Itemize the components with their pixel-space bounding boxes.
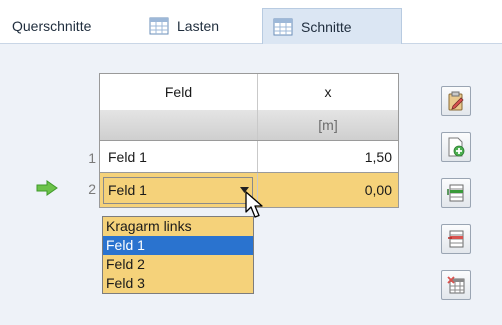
feld-cell[interactable]: Feld 1: [100, 141, 258, 172]
x-value: 0,00: [364, 182, 392, 198]
edit-clipboard-icon: [448, 91, 464, 111]
delete-row-button[interactable]: [441, 224, 471, 254]
column-header-feld[interactable]: Feld: [100, 74, 258, 110]
tab-lasten[interactable]: Lasten: [149, 8, 219, 44]
unit-cell-x: [m]: [258, 110, 398, 140]
unit-cell-feld: [100, 110, 258, 140]
grid-header-row: Feld x: [99, 73, 399, 111]
grid-unit-row: [m]: [99, 110, 399, 141]
insert-row-button[interactable]: [441, 178, 471, 208]
x-value: 1,50: [364, 148, 392, 165]
dropdown-option[interactable]: Feld 2: [103, 255, 253, 274]
tab-label: Lasten: [177, 18, 220, 34]
tab-schnitte[interactable]: Schnitte: [262, 8, 402, 45]
tab-label: Schnitte: [301, 19, 352, 35]
combobox-value: Feld 1: [108, 182, 147, 198]
feld-cell[interactable]: Feld 1: [100, 173, 258, 207]
tab-label: Querschnitte: [12, 18, 92, 34]
x-cell[interactable]: 1,50: [258, 141, 398, 172]
insert-row-icon: [447, 184, 464, 202]
x-cell[interactable]: 0,00: [258, 173, 398, 207]
row-number: 1: [88, 150, 96, 166]
dropdown-option[interactable]: Feld 3: [103, 274, 253, 293]
unit-label: [m]: [318, 117, 338, 133]
dropdown-option[interactable]: Kragarm links: [103, 217, 253, 236]
current-row-arrow-icon: [36, 180, 58, 196]
column-header-x[interactable]: x: [258, 74, 398, 110]
table-icon: [149, 17, 169, 35]
new-document-icon: [448, 137, 465, 157]
mouse-cursor-icon: [245, 191, 263, 218]
delete-table-icon: [447, 276, 465, 294]
row-number: 2: [88, 181, 96, 197]
feld-value: Feld 1: [108, 148, 147, 165]
feld-dropdown-list: Kragarm links Feld 1 Feld 2 Feld 3: [102, 216, 254, 294]
delete-table-button[interactable]: [441, 270, 471, 300]
new-document-button[interactable]: [441, 132, 471, 162]
table-row[interactable]: Feld 1 1,50: [99, 141, 399, 173]
edit-clipboard-button[interactable]: [441, 86, 471, 116]
tab-querschnitte[interactable]: Querschnitte: [12, 8, 91, 44]
delete-row-icon: [448, 230, 464, 248]
table-icon: [273, 18, 293, 36]
column-header-label: Feld: [164, 84, 193, 100]
dropdown-option-selected[interactable]: Feld 1: [103, 236, 253, 255]
tab-bar: Querschnitte Lasten Schnitte: [0, 0, 502, 45]
column-header-label: x: [324, 84, 332, 100]
feld-combobox[interactable]: Feld 1: [103, 176, 253, 204]
